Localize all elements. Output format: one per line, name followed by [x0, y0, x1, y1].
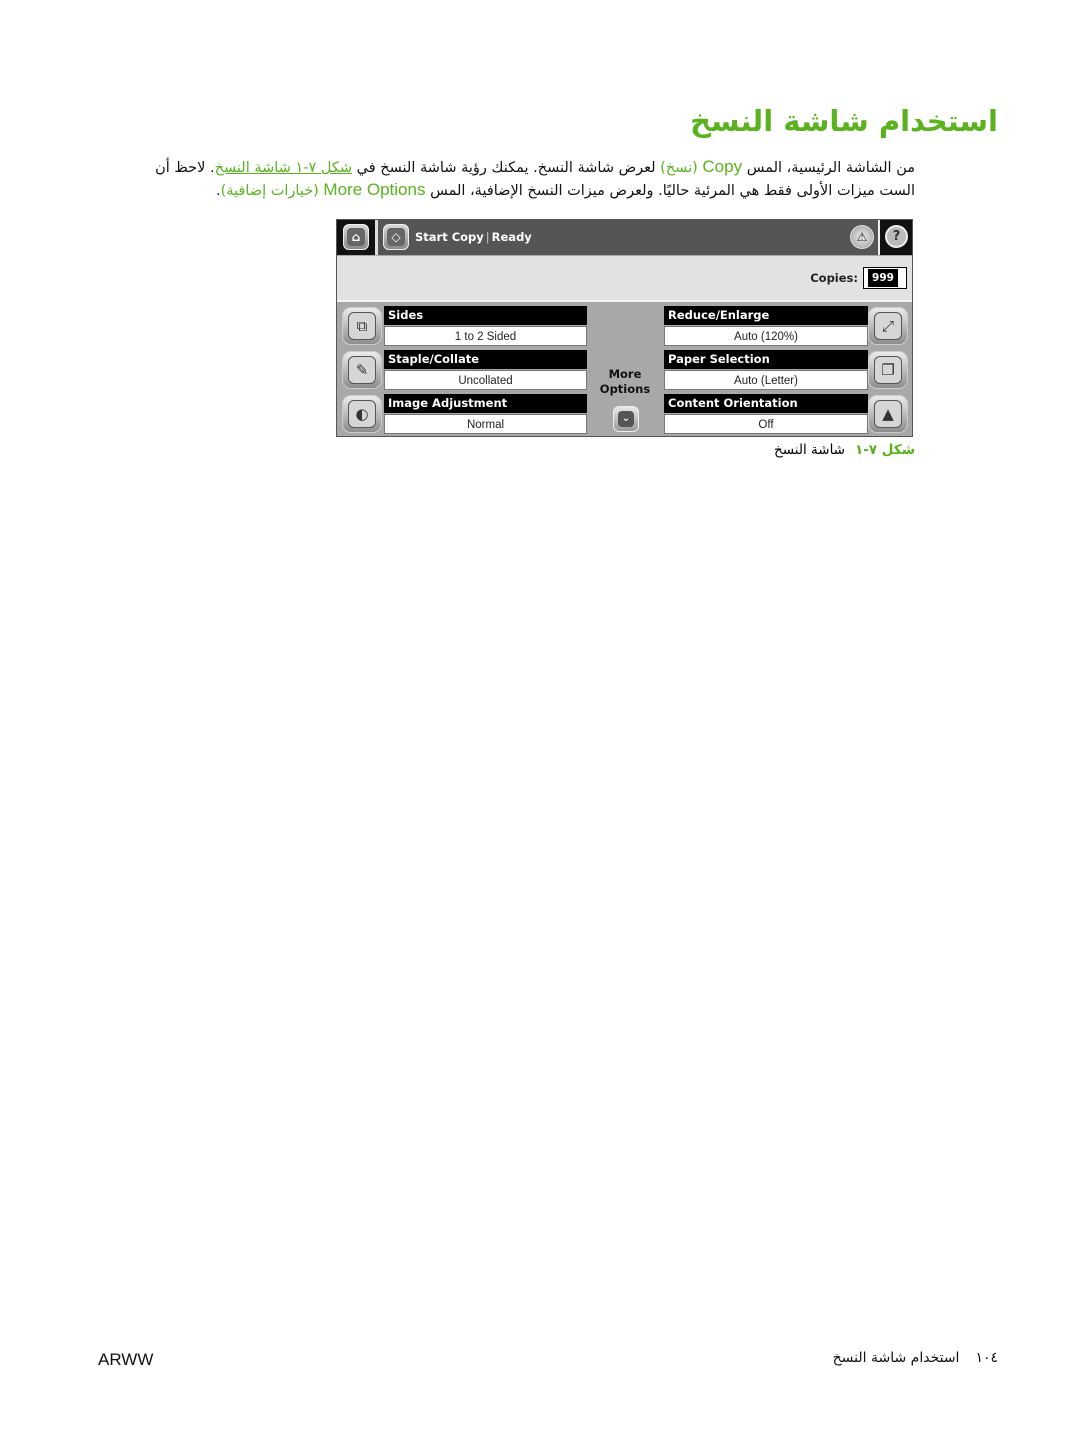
figure-link[interactable]: شكل ٧-١ شاشة النسخ — [215, 160, 352, 176]
page-title: استخدام شاشة النسخ — [690, 104, 998, 138]
option-paper-selection[interactable]: Paper Selection Auto (Letter) ❐ — [664, 350, 908, 390]
option-content-orientation[interactable]: Content Orientation Off ▲ — [664, 394, 908, 434]
divider — [375, 220, 378, 255]
copies-value: 999 — [868, 269, 898, 287]
intro-paragraph: من الشاشة الرئيسية، المس Copy (نسخ) لعرض… — [118, 156, 915, 202]
copy-screen-figure: ⌂ ◇ Start Copy | Ready ⚠ ? Copies: 999 ⧉ S… — [336, 219, 913, 437]
option-value: Normal — [384, 414, 587, 434]
image-adjust-button[interactable]: ◐ — [342, 395, 382, 433]
option-staple-collate[interactable]: ✎ Staple/Collate Uncollated — [342, 350, 587, 390]
start-copy-label[interactable]: Start Copy | Ready — [415, 230, 532, 244]
option-sides[interactable]: ⧉ Sides 1 to 2 Sided — [342, 306, 587, 346]
sides-icon: ⧉ — [348, 312, 376, 340]
option-label: Content Orientation — [664, 394, 868, 413]
option-label: Sides — [384, 306, 587, 325]
option-value: 1 to 2 Sided — [384, 326, 587, 346]
top-bar: ⌂ ◇ Start Copy | Ready ⚠ ? — [337, 220, 912, 255]
pipe-separator: | — [485, 230, 490, 244]
footer-section: استخدام شاشة النسخ — [832, 1350, 960, 1366]
paper-icon: ❐ — [874, 356, 902, 384]
option-value: Auto (120%) — [664, 326, 868, 346]
para-text-2: لعرض شاشة النسخ. يمكنك رؤية شاشة النسخ ف… — [352, 160, 661, 176]
more-options-label[interactable]: More Options — [590, 367, 660, 397]
option-reduce-enlarge[interactable]: Reduce/Enlarge Auto (120%) ⤢ — [664, 306, 908, 346]
copies-field[interactable]: 999 — [863, 267, 907, 289]
page-number: ١٠٤ — [975, 1350, 998, 1366]
option-label: Staple/Collate — [384, 350, 587, 369]
orientation-icon: ▲ — [874, 400, 902, 428]
figure-caption-text: شاشة النسخ — [774, 442, 845, 458]
copy-term-arabic: (نسخ) — [660, 160, 698, 176]
sides-button[interactable]: ⧉ — [342, 307, 382, 345]
option-value: Uncollated — [384, 370, 587, 390]
more-options-button[interactable]: ⌄ — [613, 406, 639, 432]
copies-label: Copies: — [810, 271, 858, 285]
start-copy-button[interactable]: ◇ — [383, 224, 409, 250]
staple-icon: ✎ — [348, 356, 376, 384]
reduce-enlarge-button[interactable]: ⤢ — [868, 307, 908, 345]
option-value: Auto (Letter) — [664, 370, 868, 390]
help-cell: ? — [878, 220, 912, 255]
figure-number: شكل ٧-١ — [855, 442, 915, 458]
more-options-term: More Options — [323, 180, 426, 199]
option-value: Off — [664, 414, 868, 434]
footer-right: ١٠٤ استخدام شاشة النسخ — [833, 1350, 998, 1366]
start-diamond-icon: ◇ — [387, 228, 405, 246]
option-image-adjustment[interactable]: ◐ Image Adjustment Normal — [342, 394, 587, 434]
home-cell: ⌂ — [337, 220, 375, 255]
footer-left: ARWW — [98, 1350, 154, 1369]
more-options-line1: More — [608, 367, 642, 381]
orientation-button[interactable]: ▲ — [868, 395, 908, 433]
paper-button[interactable]: ❐ — [868, 351, 908, 389]
option-label: Paper Selection — [664, 350, 868, 369]
help-icon[interactable]: ? — [885, 225, 908, 248]
reduce-enlarge-icon: ⤢ — [874, 312, 902, 340]
more-options-line2: Options — [599, 382, 651, 396]
home-button[interactable]: ⌂ — [343, 224, 369, 250]
option-label: Reduce/Enlarge — [664, 306, 868, 325]
staple-button[interactable]: ✎ — [342, 351, 382, 389]
para-text-1: من الشاشة الرئيسية، المس — [742, 160, 915, 176]
home-icon: ⌂ — [347, 228, 365, 246]
figure-caption: شكل ٧-١ شاشة النسخ — [774, 442, 915, 458]
more-options-term-arabic: (خيارات إضافية) — [220, 183, 319, 199]
copy-term: Copy — [702, 157, 743, 176]
warning-icon[interactable]: ⚠ — [850, 225, 874, 249]
copies-bar: Copies: 999 — [337, 256, 912, 302]
start-copy-text: Start Copy — [415, 230, 484, 244]
image-adjust-icon: ◐ — [348, 400, 376, 428]
status-text: Ready — [491, 230, 532, 244]
option-label: Image Adjustment — [384, 394, 587, 413]
chevron-down-icon: ⌄ — [618, 411, 634, 427]
